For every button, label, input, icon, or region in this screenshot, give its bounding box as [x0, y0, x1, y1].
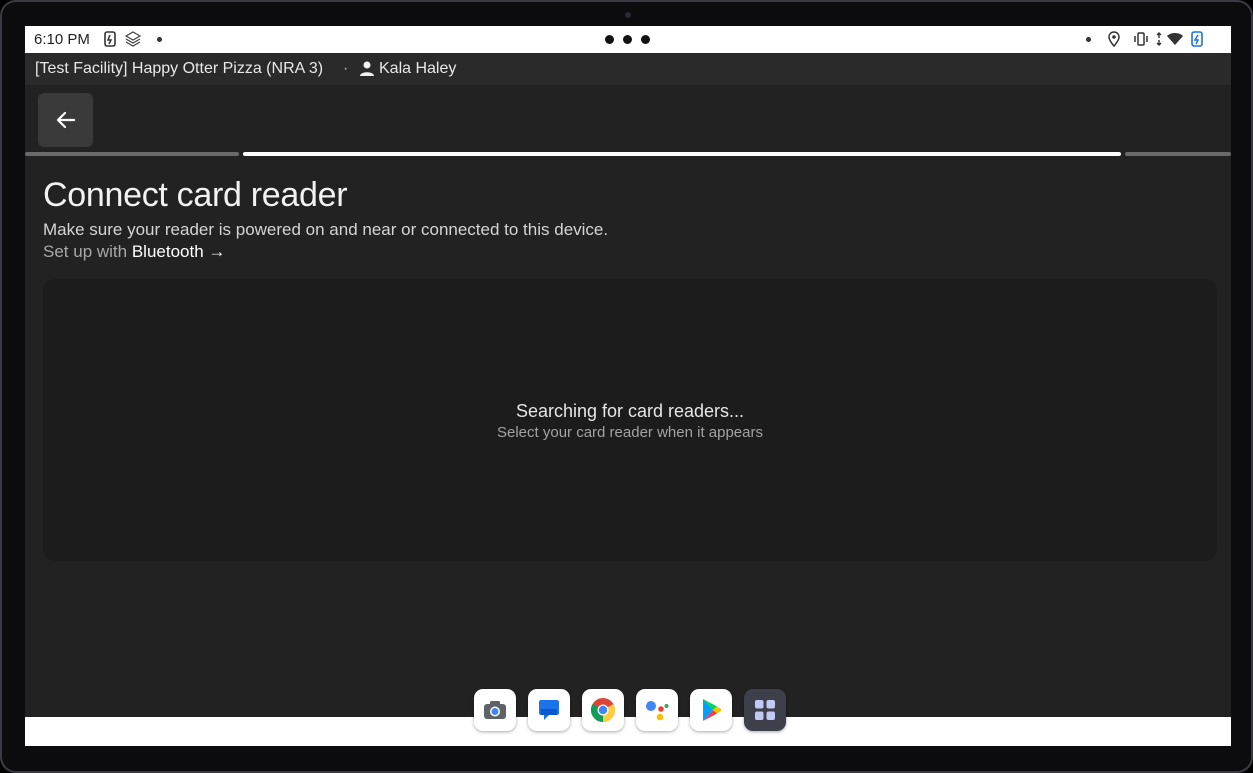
assistant-icon [646, 701, 669, 721]
layers-icon [124, 31, 142, 47]
camera-icon [484, 701, 506, 719]
user-icon [360, 61, 374, 76]
reader-search-panel: Searching for card readers... Select you… [43, 279, 1217, 561]
progress-step-1 [25, 152, 239, 156]
user-name: Kala Haley [379, 60, 457, 77]
bluetooth-prefix: Set up with [43, 242, 132, 261]
messages-icon [539, 700, 559, 720]
taskbar [25, 717, 1231, 746]
chrome-icon [590, 698, 616, 722]
notification-dot [157, 37, 162, 42]
facility-name: [Test Facility] Happy Otter Pizza (NRA 3… [35, 60, 324, 77]
page-subtitle: Make sure your reader is powered on and … [43, 220, 609, 239]
bluetooth-setup-line: Set up with Bluetooth → [43, 242, 225, 262]
status-bar: 6:10 PM [25, 26, 1231, 53]
tablet-frame: 6:10 PM [Test Facility] Happy Otter Pizz… [0, 0, 1253, 773]
progress-step-2 [243, 152, 1121, 156]
search-hint: Select your card reader when it appears [497, 424, 763, 441]
facility-separator: · [343, 60, 349, 77]
chrome-app[interactable] [582, 689, 624, 731]
page-title: Connect card reader [43, 176, 348, 214]
back-button[interactable] [38, 93, 93, 147]
battery-saver-icon [104, 31, 116, 47]
battery-charging-icon [1191, 31, 1203, 47]
messages-app[interactable] [528, 689, 570, 731]
facility-bar: [Test Facility] Happy Otter Pizza (NRA 3… [25, 53, 1231, 85]
location-icon [1108, 31, 1120, 48]
front-camera [625, 12, 631, 18]
screen: 6:10 PM [Test Facility] Happy Otter Pizz… [25, 26, 1231, 746]
wifi-icon [1167, 33, 1183, 45]
camera-app[interactable] [474, 689, 516, 731]
play-store-icon [703, 699, 721, 721]
vibrate-icon [1134, 32, 1148, 46]
arrow-left-icon [56, 111, 75, 129]
progress-step-3 [1125, 152, 1231, 156]
status-time: 6:10 PM [34, 31, 90, 48]
more-options-dots[interactable] [605, 35, 650, 44]
notification-dot [1086, 37, 1091, 42]
search-status: Searching for card readers... [515, 401, 745, 421]
app-grid-icon [755, 700, 775, 720]
play-store-app[interactable] [690, 689, 732, 731]
app-drawer[interactable] [744, 689, 786, 731]
assistant-app[interactable] [636, 689, 678, 731]
bluetooth-setup-link[interactable]: Bluetooth → [132, 242, 226, 261]
